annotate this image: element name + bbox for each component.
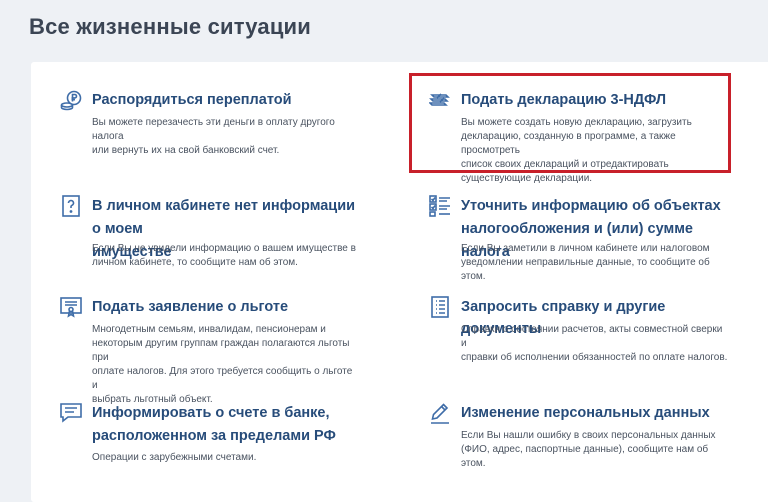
pencil-icon xyxy=(429,402,451,424)
card-description: Если Вы заметили в личном кабинете или н… xyxy=(461,243,710,282)
card-title[interactable]: Подать заявление о льготе xyxy=(92,296,288,318)
card-description: Многодетным семьям, инвалидам, пенсионер… xyxy=(92,324,353,405)
card-description: Справки о состоянии расчетов, акты совме… xyxy=(461,324,728,363)
card-title[interactable]: Изменение персональных данных xyxy=(461,402,710,424)
question-document-icon xyxy=(60,195,82,217)
document-list-icon xyxy=(429,296,451,318)
certificate-icon xyxy=(60,296,82,318)
coin-ruble-icon xyxy=(60,89,82,111)
message-icon xyxy=(60,402,82,424)
card-description: Вы можете создать новую декларацию, загр… xyxy=(461,117,692,184)
card-description: Если Вы нашли ошибку в своих персональны… xyxy=(461,430,716,469)
page-title: Все жизненные ситуации xyxy=(29,14,311,39)
card-title[interactable]: Распорядиться переплатой xyxy=(92,89,292,111)
declaration-stack-icon xyxy=(429,89,451,111)
card-title[interactable]: Информировать о счете в банке, расположе… xyxy=(92,402,336,448)
card-title[interactable]: Подать декларацию 3-НДФЛ xyxy=(461,89,666,111)
card-description: Операции с зарубежными счетами. xyxy=(92,452,257,463)
checklist-icon xyxy=(429,195,451,217)
card-description: Вы можете перезачесть эти деньги в оплат… xyxy=(92,117,335,156)
card-description: Если Вы не увидели информацию о вашем им… xyxy=(92,243,356,268)
